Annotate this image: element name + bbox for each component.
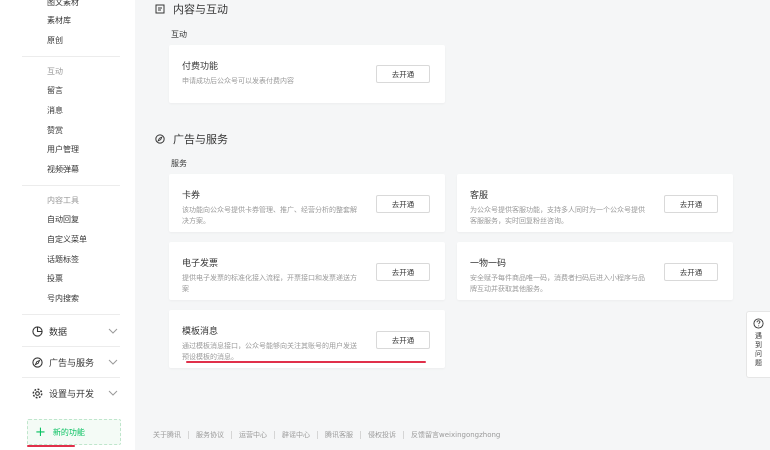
sidebar-item-danmaku[interactable]: 视频弹幕 [47, 164, 79, 175]
sidebar-item-messages[interactable]: 消息 [47, 105, 63, 116]
feature-card-template-message: 模板消息 通过模板消息接口，公众号能够向关注其账号的用户发送预设模板的消息。 去… [169, 310, 445, 368]
card-desc: 该功能向公众号提供卡券管理、推广、经营分析的整套解决方案。 [182, 206, 357, 225]
footer: 关于腾讯 服务协议 运营中心 辟谣中心 腾讯客服 侵权投诉 反馈留言weixin… [153, 430, 500, 440]
activate-button[interactable]: 去开通 [376, 195, 430, 213]
footer-divider [317, 431, 318, 439]
sidebar: 图文素材 素材库 原创 互动 留言 消息 赞赏 用户管理 视频弹幕 内容工具 自… [0, 0, 135, 450]
section-title-ads: 广告与服务 [155, 131, 228, 147]
footer-link[interactable]: 辟谣中心 [282, 430, 310, 440]
sidebar-item-original[interactable]: 原创 [47, 35, 63, 46]
sidebar-divider [22, 56, 120, 57]
sidebar-group-label: 数据 [49, 327, 68, 338]
sidebar-item-search[interactable]: 号内搜索 [47, 293, 79, 304]
activate-button[interactable]: 去开通 [376, 331, 430, 349]
footer-link[interactable]: 运营中心 [239, 430, 267, 440]
chevron-down-icon [108, 359, 118, 365]
compass-icon [32, 356, 43, 368]
footer-divider [188, 431, 189, 439]
sidebar-item-auto-reply[interactable]: 自动回复 [47, 214, 79, 225]
activate-button[interactable]: 去开通 [376, 65, 430, 83]
highlight-underline [27, 445, 75, 447]
compass-icon [155, 134, 165, 144]
card-title: 模板消息 [182, 327, 219, 337]
help-char: 问 [755, 350, 762, 358]
sidebar-divider [22, 346, 120, 347]
sidebar-item-library[interactable]: 素材库 [47, 15, 71, 26]
sidebar-item-topic-tags[interactable]: 话题标签 [47, 254, 79, 265]
section-subtitle-interaction: 互动 [171, 30, 187, 39]
card-title: 电子发票 [182, 259, 219, 269]
sidebar-group-label: 广告与服务 [49, 358, 95, 369]
chevron-down-icon [108, 328, 118, 334]
sidebar-divider [22, 185, 120, 186]
sidebar-group-settings[interactable]: 设置与开发 [32, 386, 120, 400]
help-char: 到 [755, 341, 762, 349]
help-char: 遇 [755, 332, 762, 340]
sidebar-category-tools: 内容工具 [47, 196, 79, 205]
footer-link[interactable]: 反馈留言weixingongzhong [411, 430, 500, 440]
new-feature-button[interactable]: + 新的功能 [27, 419, 121, 445]
card-title: 付费功能 [182, 62, 219, 72]
card-title: 一物一码 [470, 259, 507, 269]
main-content: 内容与互动 互动 付费功能 申请成功后公众号可以发表付费内容 去开通 广告与服务… [135, 0, 770, 450]
feature-card-coupon: 卡券 该功能向公众号提供卡券管理、推广、经营分析的整套解决方案。 去开通 [169, 174, 445, 232]
chevron-down-icon [108, 390, 118, 396]
document-icon [155, 4, 165, 14]
card-desc: 提供电子发票的标准化接入流程，开票接口和发票递送方案 [182, 274, 357, 293]
plus-icon: + [35, 424, 46, 440]
card-desc: 为公众号提供客服功能，支持多人同时为一个公众号提供客服服务，实时回复粉丝咨询。 [470, 206, 645, 225]
help-float-button[interactable]: 遇 到 问 题 [746, 311, 770, 378]
footer-divider [274, 431, 275, 439]
card-desc: 安全赋予每件商品唯一码，消费者扫码后进入小程序与品牌互动并获取其他服务。 [470, 274, 645, 293]
section-title-text: 广告与服务 [173, 133, 228, 146]
gear-icon [32, 388, 43, 398]
feature-card-paid: 付费功能 申请成功后公众号可以发表付费内容 去开通 [169, 45, 445, 103]
footer-link[interactable]: 腾讯客服 [325, 430, 353, 440]
section-title-content: 内容与互动 [155, 1, 228, 17]
sidebar-divider [22, 377, 120, 378]
activate-button[interactable]: 去开通 [376, 263, 430, 281]
sidebar-divider [22, 314, 120, 315]
card-title: 客服 [470, 191, 489, 201]
highlight-underline [186, 361, 426, 363]
feature-card-invoice: 电子发票 提供电子发票的标准化接入流程，开票接口和发票递送方案 去开通 [169, 242, 445, 300]
section-subtitle-service: 服务 [171, 159, 187, 168]
card-desc: 通过模板消息接口，公众号能够向关注其账号的用户发送预设模板的消息。 [182, 342, 357, 361]
chart-icon [32, 325, 43, 337]
footer-divider [360, 431, 361, 439]
sidebar-group-ads[interactable]: 广告与服务 [32, 355, 120, 369]
new-feature-label: 新的功能 [52, 427, 85, 437]
sidebar-group-data[interactable]: 数据 [32, 324, 120, 338]
footer-link[interactable]: 服务协议 [196, 430, 224, 440]
footer-link[interactable]: 侵权投诉 [368, 430, 396, 440]
sidebar-item-material[interactable]: 图文素材 [47, 0, 79, 8]
sidebar-item-comments[interactable]: 留言 [47, 85, 63, 96]
help-char: 题 [755, 359, 762, 367]
sidebar-item-users[interactable]: 用户管理 [47, 144, 79, 155]
sidebar-item-rewards[interactable]: 赞赏 [47, 125, 63, 136]
feature-card-one-code: 一物一码 安全赋予每件商品唯一码，消费者扫码后进入小程序与品牌互动并获取其他服务… [457, 242, 733, 300]
activate-button[interactable]: 去开通 [664, 195, 718, 213]
footer-divider [403, 431, 404, 439]
sidebar-category-interaction: 互动 [47, 67, 63, 76]
card-desc: 申请成功后公众号可以发表付费内容 [182, 77, 294, 85]
sidebar-item-custom-menu[interactable]: 自定义菜单 [47, 234, 87, 245]
sidebar-group-label: 设置与开发 [49, 389, 95, 400]
footer-link[interactable]: 关于腾讯 [153, 430, 181, 440]
activate-button[interactable]: 去开通 [664, 263, 718, 281]
card-title: 卡券 [182, 191, 201, 201]
feature-card-customer-service: 客服 为公众号提供客服功能，支持多人同时为一个公众号提供客服服务，实时回复粉丝咨… [457, 174, 733, 232]
question-icon [753, 318, 764, 329]
footer-divider [231, 431, 232, 439]
sidebar-item-vote[interactable]: 投票 [47, 273, 63, 284]
section-title-text: 内容与互动 [173, 3, 228, 16]
